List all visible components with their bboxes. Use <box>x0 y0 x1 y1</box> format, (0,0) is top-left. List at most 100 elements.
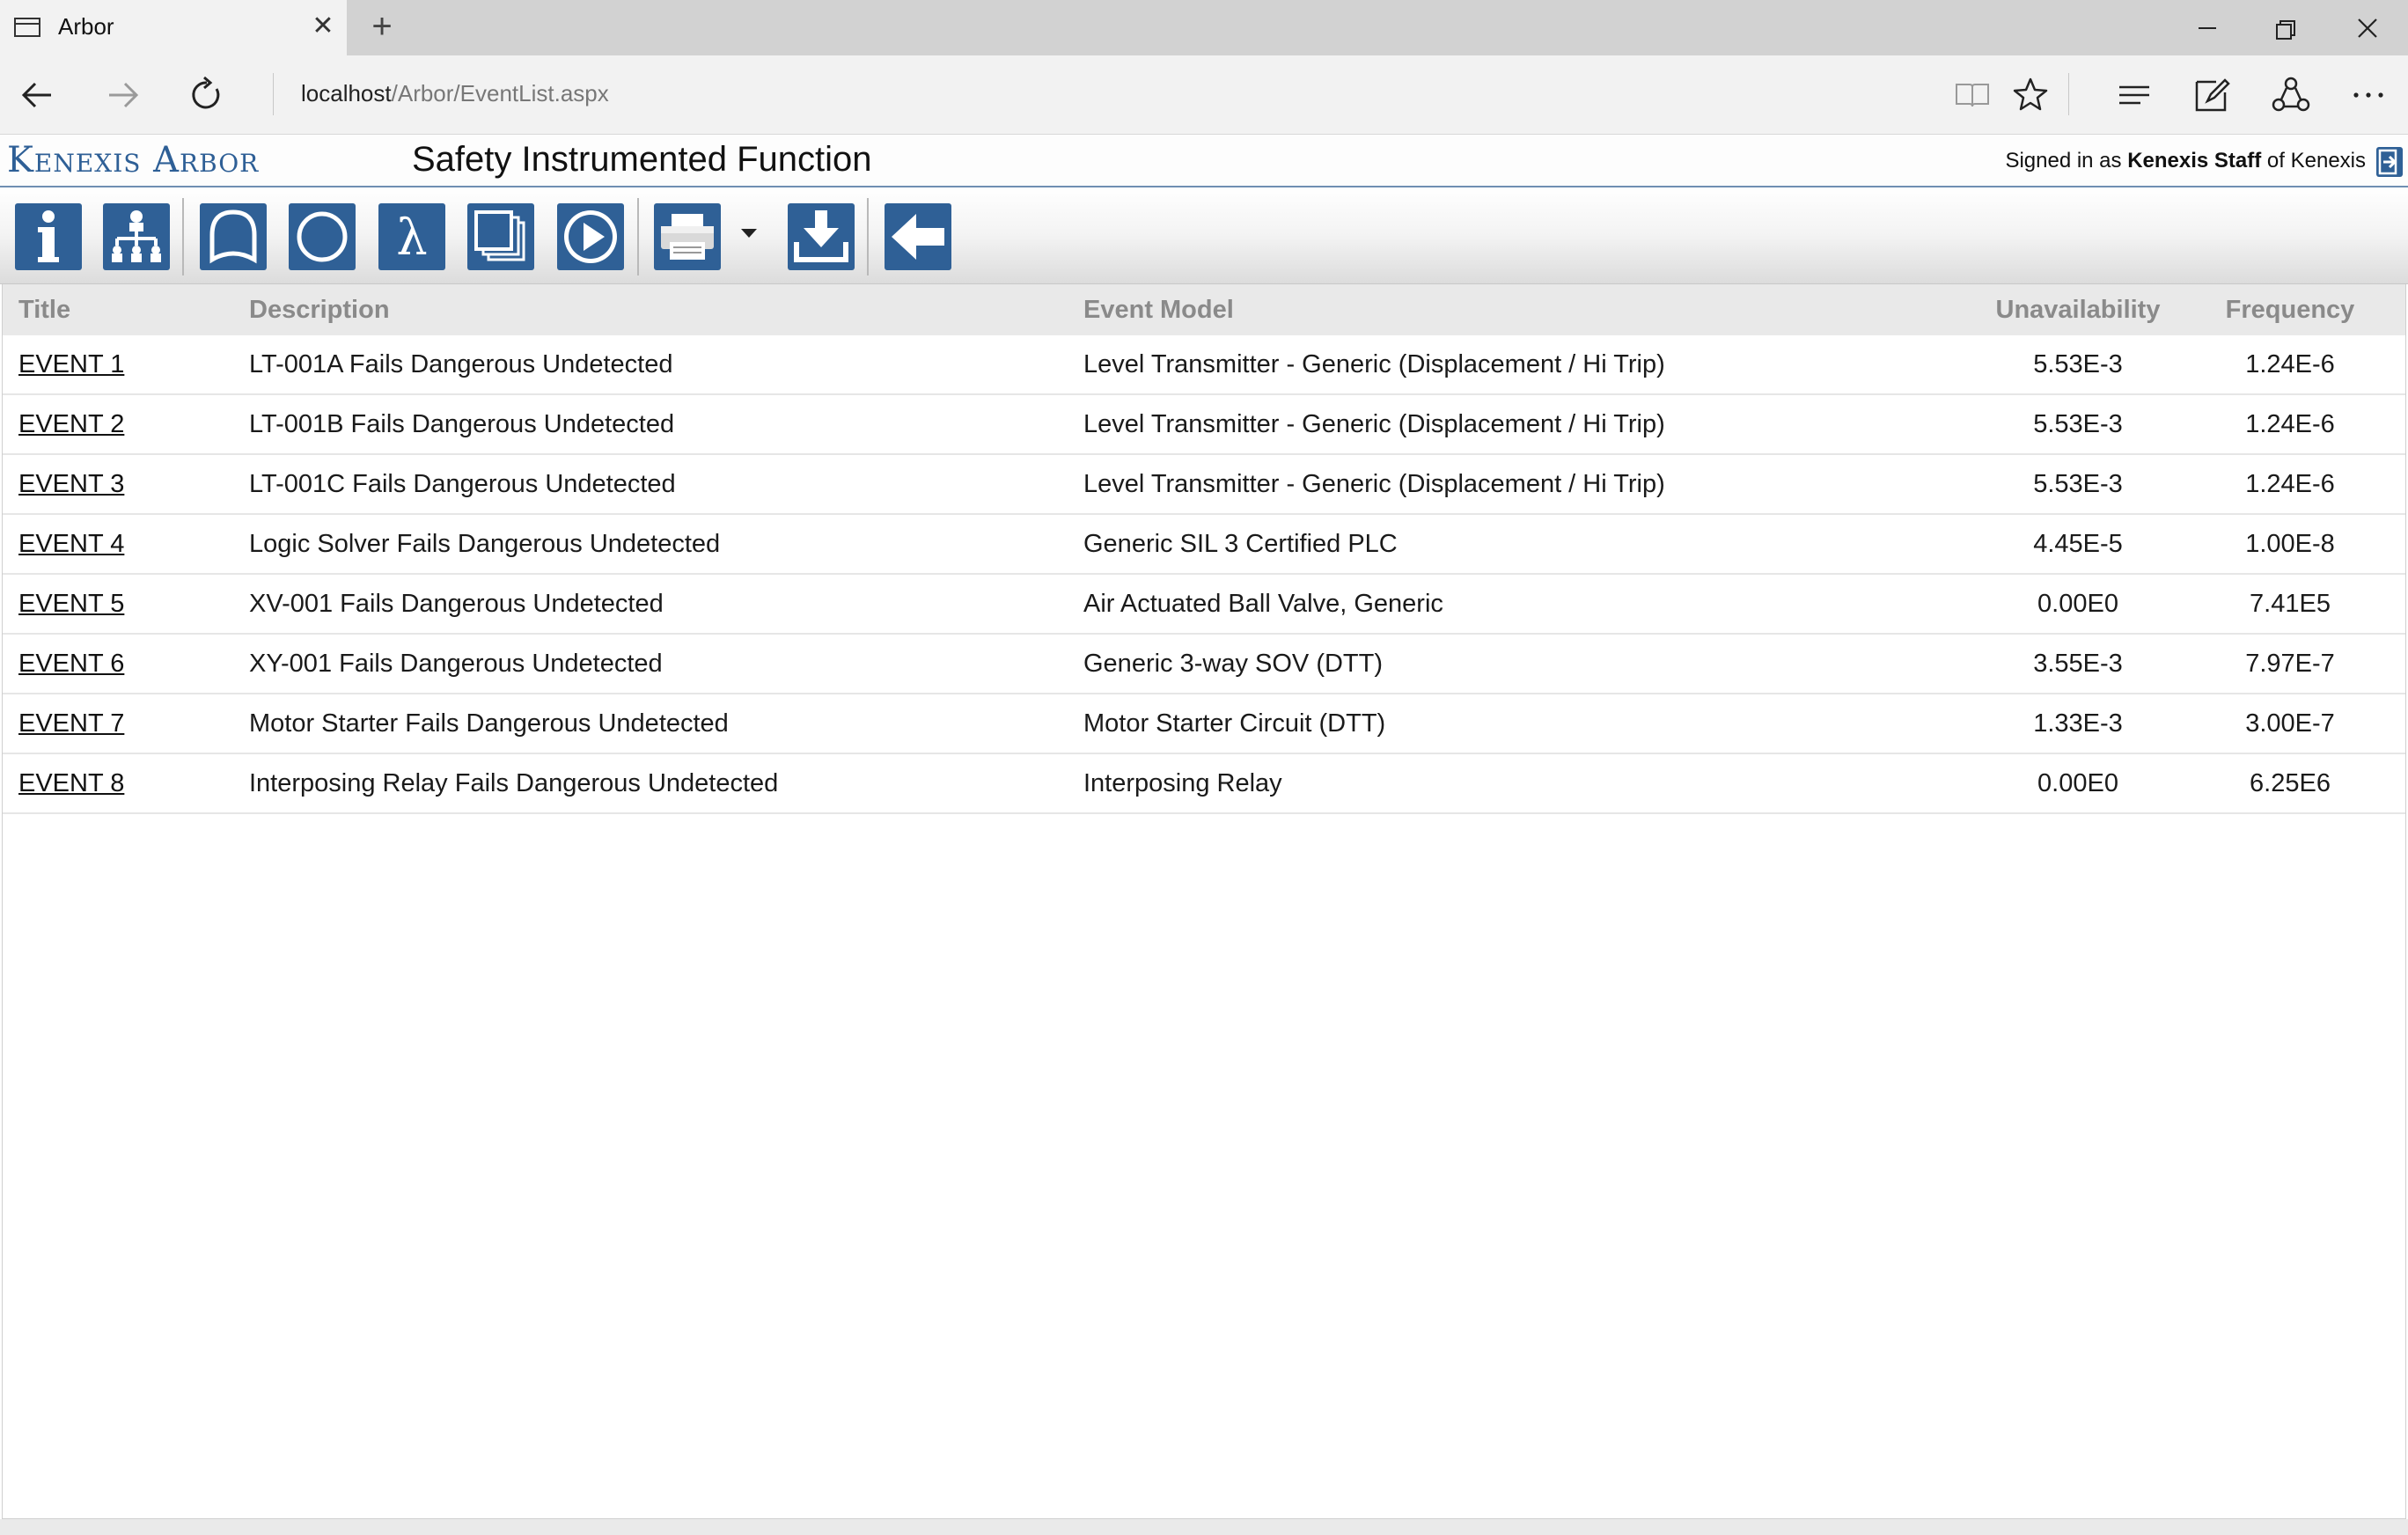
copy-pages-icon <box>474 210 525 261</box>
event-link[interactable]: EVENT 4 <box>18 530 124 558</box>
url-field[interactable]: localhost/Arbor/EventList.aspx <box>301 80 609 107</box>
print-dropdown-caret[interactable] <box>741 229 757 238</box>
book-icon <box>1956 84 1989 107</box>
event-link[interactable]: EVENT 6 <box>18 650 124 678</box>
col-header-unavailability[interactable]: Unavailability <box>1981 284 2175 335</box>
bowtie-icon <box>209 209 257 264</box>
lambda-icon: λ <box>396 209 428 267</box>
print-button[interactable] <box>654 203 721 270</box>
address-divider <box>273 73 274 115</box>
event-unavailability: 3.55E-3 <box>1981 634 2175 694</box>
forward-button[interactable] <box>100 73 144 117</box>
more-button[interactable] <box>2346 73 2390 117</box>
hierarchy-icon <box>112 210 161 262</box>
table-row: EVENT 8 Interposing Relay Fails Dangerou… <box>3 753 2405 814</box>
event-frequency: 7.97E-7 <box>2175 634 2405 694</box>
event-unavailability: 4.45E-5 <box>1981 514 2175 575</box>
forward-arrow-icon <box>109 82 139 108</box>
col-header-title[interactable]: Title <box>3 284 249 335</box>
sign-out-icon <box>2376 147 2403 177</box>
favorite-button[interactable] <box>2008 73 2052 117</box>
event-frequency: 1.24E-6 <box>2175 394 2405 455</box>
refresh-button[interactable] <box>185 73 229 117</box>
browser-tab-strip: Arbor ✕ + <box>0 0 2408 55</box>
hub-lines-icon <box>2119 85 2149 105</box>
event-model: Interposing Relay <box>1083 753 1981 814</box>
close-window-button[interactable] <box>2341 9 2394 48</box>
event-description: Logic Solver Fails Dangerous Undetected <box>249 514 1083 575</box>
share-icon <box>2272 77 2310 112</box>
web-note-button[interactable] <box>2190 73 2234 117</box>
tab-title: Arbor <box>58 13 114 40</box>
event-frequency: 1.24E-6 <box>2175 454 2405 515</box>
event-description: LT-001C Fails Dangerous Undetected <box>249 454 1083 515</box>
event-model: Generic 3-way SOV (DTT) <box>1083 634 1981 694</box>
col-header-event-model[interactable]: Event Model <box>1083 284 1981 335</box>
back-button[interactable] <box>16 73 60 117</box>
failure-rate-button[interactable]: λ <box>378 203 445 270</box>
table-header-row: Title Description Event Model Unavailabi… <box>3 284 2405 335</box>
browser-tab[interactable]: Arbor ✕ <box>0 0 347 55</box>
basic-event-button[interactable] <box>289 203 356 270</box>
event-description: XY-001 Fails Dangerous Undetected <box>249 634 1083 694</box>
pen-note-icon <box>2195 78 2230 112</box>
hierarchy-button[interactable] <box>103 203 170 270</box>
event-description: Interposing Relay Fails Dangerous Undete… <box>249 753 1083 814</box>
gate-button[interactable] <box>200 203 267 270</box>
table-row: EVENT 5 XV-001 Fails Dangerous Undetecte… <box>3 574 2405 635</box>
info-icon <box>38 210 59 262</box>
event-unavailability: 0.00E0 <box>1981 574 2175 635</box>
event-description: LT-001B Fails Dangerous Undetected <box>249 394 1083 455</box>
page-title: Safety Instrumented Function <box>412 140 872 179</box>
toolbar-divider <box>2068 73 2069 115</box>
toolbar: λ <box>0 187 2408 284</box>
event-link[interactable]: EVENT 5 <box>18 590 124 618</box>
refresh-icon <box>192 76 220 109</box>
back-button-app[interactable] <box>885 203 951 270</box>
run-button[interactable] <box>557 203 624 270</box>
event-description: Motor Starter Fails Dangerous Undetected <box>249 694 1083 754</box>
event-model: Generic SIL 3 Certified PLC <box>1083 514 1981 575</box>
copies-button[interactable] <box>467 203 534 270</box>
col-header-description[interactable]: Description <box>249 284 1083 335</box>
reading-view-button[interactable] <box>1950 73 1994 117</box>
event-model: Level Transmitter - Generic (Displacemen… <box>1083 335 1981 395</box>
event-unavailability: 1.33E-3 <box>1981 694 2175 754</box>
event-link[interactable]: EVENT 2 <box>18 410 124 438</box>
page-icon <box>14 18 40 37</box>
circle-icon <box>297 211 348 262</box>
kenexis-arbor-logo: Kenexis Arbor <box>7 140 260 180</box>
url-path: /Arbor/EventList.aspx <box>391 80 609 106</box>
new-tab-button[interactable]: + <box>363 7 401 46</box>
back-arrow-icon <box>21 82 51 108</box>
url-host: localhost <box>301 80 392 106</box>
event-unavailability: 0.00E0 <box>1981 753 2175 814</box>
event-frequency: 1.00E-8 <box>2175 514 2405 575</box>
event-link[interactable]: EVENT 1 <box>18 350 124 378</box>
share-button[interactable] <box>2269 73 2313 117</box>
event-link[interactable]: EVENT 3 <box>18 470 124 498</box>
download-button[interactable] <box>788 203 855 270</box>
event-frequency: 3.00E-7 <box>2175 694 2405 754</box>
event-model: Motor Starter Circuit (DTT) <box>1083 694 1981 754</box>
event-frequency: 7.41E5 <box>2175 574 2405 635</box>
info-button[interactable] <box>15 203 82 270</box>
events-table: Title Description Event Model Unavailabi… <box>3 284 2405 814</box>
event-unavailability: 5.53E-3 <box>1981 394 2175 455</box>
close-icon <box>2358 18 2377 38</box>
event-unavailability: 5.53E-3 <box>1981 335 2175 395</box>
svg-text:λ: λ <box>396 209 428 267</box>
hub-button[interactable] <box>2112 73 2156 117</box>
sign-out-button[interactable] <box>2375 145 2404 179</box>
restore-button[interactable] <box>2260 9 2313 48</box>
minimize-button[interactable] <box>2181 9 2234 48</box>
ellipsis-icon <box>2353 92 2383 98</box>
app-header: Kenexis Arbor Safety Instrumented Functi… <box>0 135 2408 187</box>
col-header-frequency[interactable]: Frequency <box>2175 284 2405 335</box>
event-link[interactable]: EVENT 7 <box>18 709 124 738</box>
address-bar: localhost/Arbor/EventList.aspx <box>0 55 2408 135</box>
table-row: EVENT 7 Motor Starter Fails Dangerous Un… <box>3 694 2405 754</box>
event-link[interactable]: EVENT 8 <box>18 769 124 797</box>
close-tab-icon[interactable]: ✕ <box>310 11 336 42</box>
table-row: EVENT 3 LT-001C Fails Dangerous Undetect… <box>3 454 2405 515</box>
